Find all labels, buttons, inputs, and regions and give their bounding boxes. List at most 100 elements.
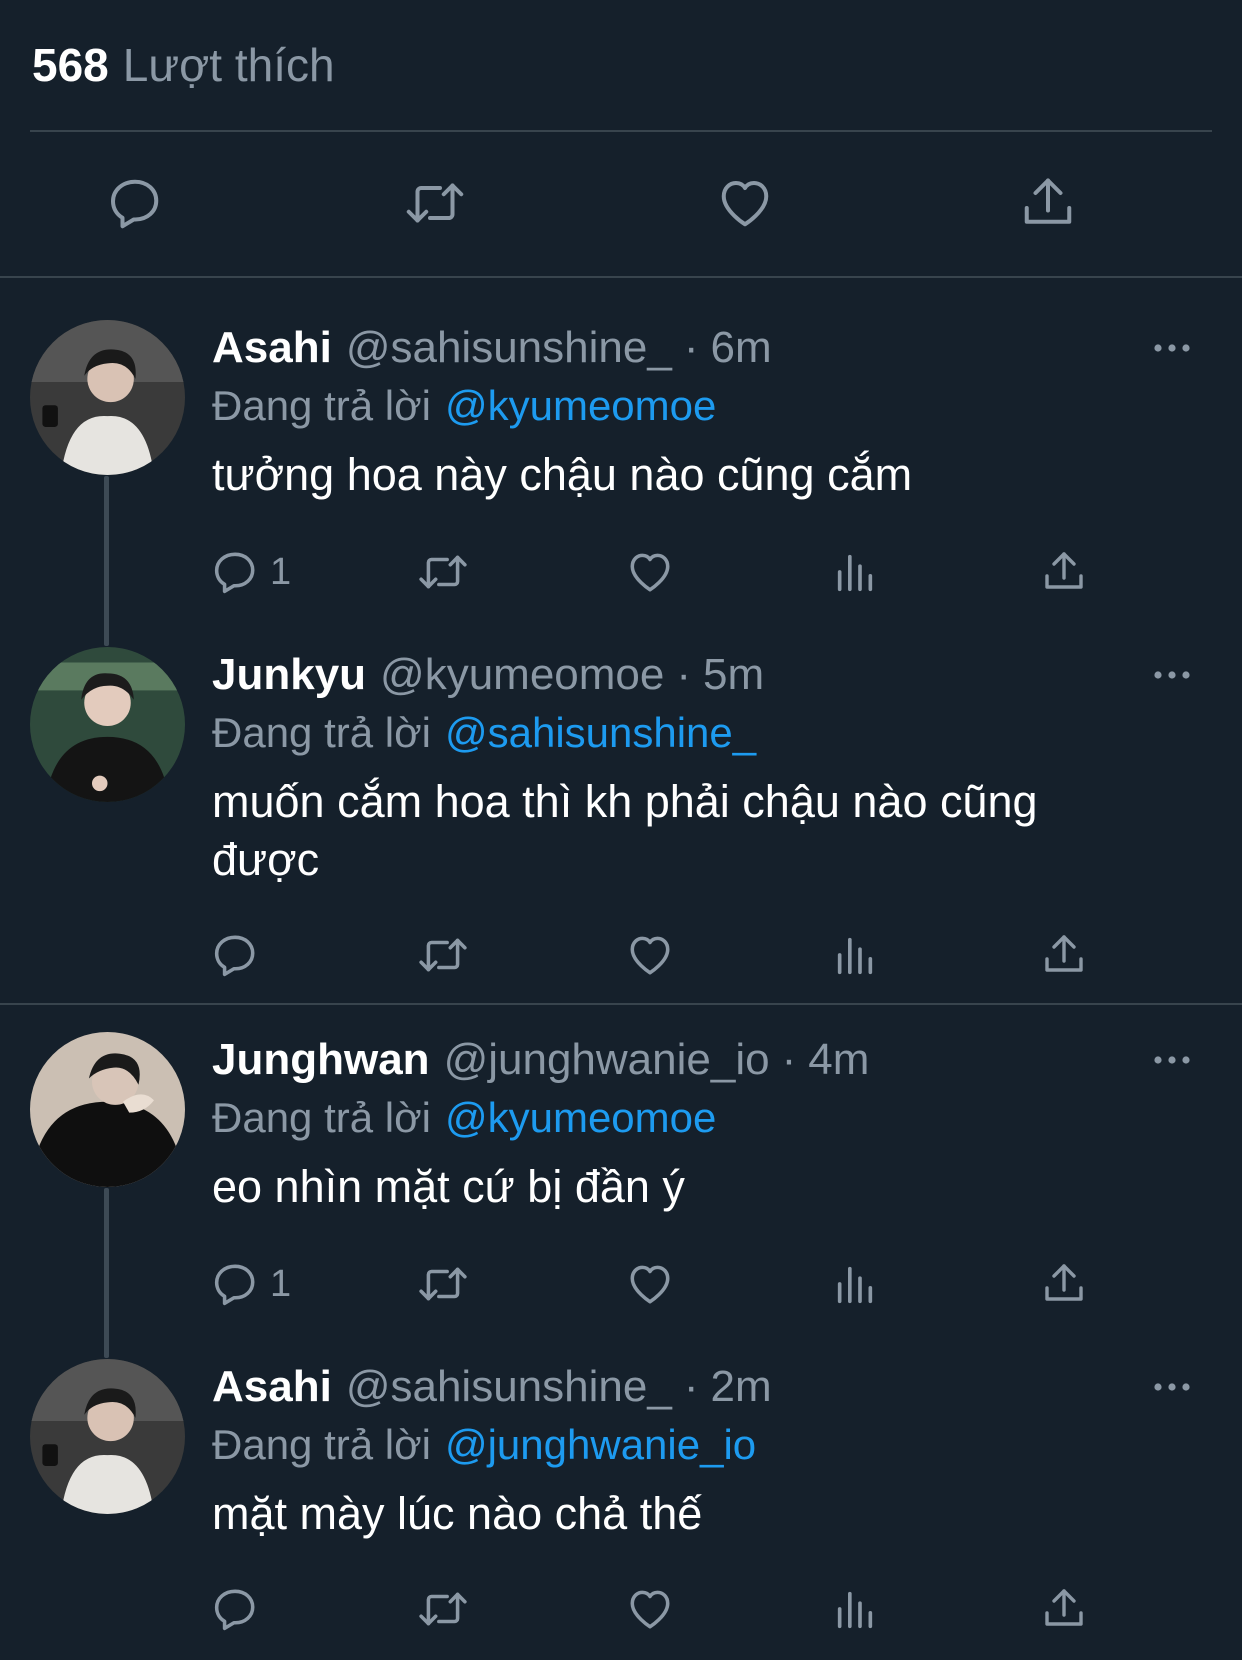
separator: · [781,1035,797,1084]
replying-to: Đang trả lời @kyumeomoe [212,378,716,434]
replying-label: Đang trả lời [212,1094,431,1141]
timestamp[interactable]: 5m [703,650,764,700]
separator: · [676,650,692,699]
share-button[interactable] [1010,165,1085,240]
replying-label: Đang trả lời [212,709,431,756]
share-button[interactable] [1040,1254,1088,1314]
retweet-button[interactable] [397,165,472,240]
replying-to: Đang trả lời @junghwanie_io [212,1417,756,1473]
retweet-button[interactable] [415,542,471,602]
mention-link[interactable]: @junghwanie_io [445,1421,756,1469]
divider [30,130,1212,132]
user-handle[interactable]: @junghwanie_io [444,1035,770,1085]
mention-link[interactable]: @kyumeomoe [445,382,716,430]
avatar[interactable] [30,320,185,475]
share-icon [1040,1259,1088,1309]
display-name[interactable]: Asahi [212,323,332,373]
divider [0,1003,1242,1005]
user-handle[interactable]: @sahisunshine_ [346,1362,672,1412]
share-icon [1040,1584,1088,1634]
separator: · [683,1362,699,1411]
views-button[interactable] [832,925,878,985]
reply-icon [210,930,260,980]
retweet-icon [415,1584,471,1634]
reply-icon [210,1259,260,1309]
views-icon [832,547,878,597]
like-icon [624,1259,676,1309]
mention-link[interactable]: @sahisunshine_ [445,709,756,757]
display-name[interactable]: Asahi [212,1362,332,1412]
reply-count: 1 [270,550,292,593]
share-button[interactable] [1040,1579,1088,1639]
reply-icon [210,1584,260,1634]
share-icon [1040,930,1088,980]
more-icon [1152,670,1192,680]
display-name[interactable]: Junghwan [212,1035,430,1085]
timestamp[interactable]: 6m [710,323,771,373]
reply-icon [105,173,165,233]
reply-button[interactable]: 1 [210,542,291,602]
user-handle[interactable]: @sahisunshine_ [346,323,672,373]
more-button[interactable] [1142,1367,1202,1407]
user-handle[interactable]: @kyumeomoe [380,650,664,700]
reply-action-bar: 1 [210,1254,1242,1314]
views-button[interactable] [832,542,878,602]
avatar[interactable] [30,647,185,802]
share-button[interactable] [1040,925,1088,985]
like-button[interactable] [624,542,676,602]
more-button[interactable] [1142,655,1202,695]
like-icon [714,173,776,233]
like-icon [624,547,676,597]
reply-header: Asahi @sahisunshine_ · 6m [212,318,772,378]
retweet-button[interactable] [415,1579,471,1639]
views-icon [832,930,878,980]
reply-button[interactable] [210,1579,270,1639]
views-button[interactable] [832,1254,878,1314]
avatar[interactable] [30,1032,185,1187]
reply-text: tưởng hoa này chậu nào cũng cắm [212,449,913,500]
like-button[interactable] [624,925,676,985]
more-icon [1152,1055,1192,1065]
reply-button[interactable] [210,925,270,985]
display-name[interactable]: Junkyu [212,650,366,700]
retweet-icon [415,930,471,980]
likes-summary[interactable]: 568 Lượt thích [32,30,335,100]
more-button[interactable] [1142,1040,1202,1080]
reply-button[interactable] [97,165,172,240]
views-button[interactable] [832,1579,878,1639]
more-icon [1152,343,1192,353]
like-button[interactable] [624,1254,676,1314]
share-icon [1018,173,1078,233]
like-button[interactable] [707,165,782,240]
replying-to: Đang trả lời @sahisunshine_ [212,705,756,761]
views-icon [832,1259,878,1309]
timestamp[interactable]: 2m [710,1362,771,1412]
reply-action-bar [210,1579,1242,1639]
views-icon [832,1584,878,1634]
reply-action-bar: 1 [210,542,1242,602]
avatar[interactable] [30,1359,185,1514]
share-icon [1040,547,1088,597]
reply-header: Asahi @sahisunshine_ · 2m [212,1357,772,1417]
likes-label: Lượt thích [122,39,335,91]
retweet-icon [415,547,471,597]
likes-count: 568 [32,39,109,91]
reply-header: Junkyu @kyumeomoe · 5m [212,645,764,705]
reply-text: eo nhìn mặt cứ bị đần ý [212,1161,685,1212]
reply-header: Junghwan @junghwanie_io · 4m [212,1030,869,1090]
more-icon [1152,1382,1192,1392]
replying-label: Đang trả lời [212,382,431,429]
reply-action-bar [210,925,1242,985]
like-button[interactable] [624,1579,676,1639]
thread-connector [104,1188,109,1358]
separator: · [683,323,699,372]
reply-count: 1 [270,1262,292,1305]
retweet-button[interactable] [415,925,471,985]
reply-button[interactable]: 1 [210,1254,291,1314]
thread-connector [104,476,109,646]
retweet-button[interactable] [415,1254,471,1314]
more-button[interactable] [1142,328,1202,368]
share-button[interactable] [1040,542,1088,602]
timestamp[interactable]: 4m [808,1035,869,1085]
mention-link[interactable]: @kyumeomoe [445,1094,716,1142]
